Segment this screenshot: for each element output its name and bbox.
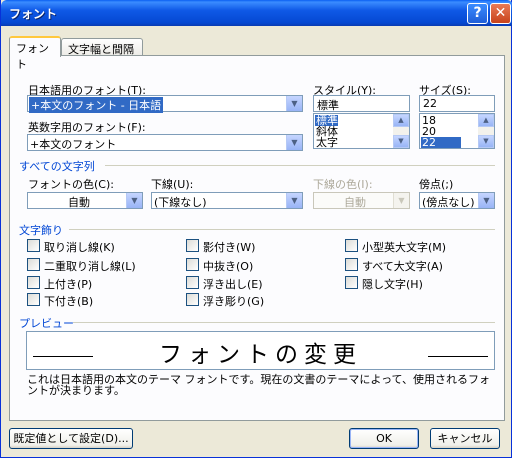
emphasis-value: (傍点なし)	[422, 196, 475, 209]
underline-combo[interactable]: (下線なし) ▼	[151, 192, 303, 209]
preview-baseline-right	[428, 356, 488, 357]
scroll-up-icon[interactable]: ▲	[478, 114, 494, 127]
help-button[interactable]: ?	[467, 3, 488, 24]
size-input[interactable]: 22	[419, 95, 495, 112]
style-input-value: 標準	[317, 99, 339, 112]
tab-font[interactable]: フォント	[9, 36, 61, 71]
font-color-label: フォントの色(C):	[28, 178, 114, 191]
underline-color-combo: 自動 ▼	[313, 192, 410, 209]
emphasis-label: 傍点(;)	[419, 178, 454, 191]
cancel-button[interactable]: キャンセル	[430, 428, 500, 449]
checkbox-box[interactable]	[27, 276, 40, 289]
western-font-label: 英数字用のフォント(F):	[28, 121, 146, 134]
chevron-down-icon: ▼	[393, 193, 409, 208]
chevron-down-icon[interactable]: ▼	[286, 193, 302, 208]
divider	[105, 165, 495, 166]
preview-sample-text: フォントの変更	[159, 342, 362, 368]
checkbox-box[interactable]	[27, 239, 40, 252]
checkbox-label: 上付き(P)	[44, 278, 93, 291]
emphasis-combo[interactable]: (傍点なし) ▼	[419, 192, 495, 209]
size-scrollbar[interactable]: ▲ ▼	[478, 114, 494, 148]
all-text-section-label: すべての文字列	[19, 160, 95, 173]
underline-color-label: 下線の色(I):	[313, 178, 373, 191]
size-list[interactable]: 18 20 22 ▲ ▼	[419, 113, 495, 149]
checkbox-label: 浮き彫り(G)	[203, 295, 265, 308]
checkbox-box[interactable]	[186, 239, 199, 252]
set-default-button[interactable]: 既定値として設定(D)...	[9, 428, 133, 449]
underline-color-value: 自動	[344, 196, 366, 209]
window-title: フォント	[9, 7, 58, 21]
checkbox-label: 取り消し線(K)	[44, 241, 115, 254]
checkbox-box[interactable]	[345, 276, 358, 289]
underline-label: 下線(U):	[151, 178, 194, 191]
ok-button[interactable]: OK	[349, 428, 419, 449]
checkbox-label: 小型英大文字(M)	[362, 241, 447, 254]
font-color-value: 自動	[68, 196, 90, 209]
checkbox-label: 影付き(W)	[203, 241, 256, 254]
effects-section-label: 文字飾り	[19, 224, 63, 237]
divider	[69, 229, 495, 230]
style-list[interactable]: 標準 斜体 太字 ▲ ▼	[313, 113, 410, 149]
checkbox-label: 浮き出し(E)	[203, 278, 263, 291]
chevron-down-icon[interactable]: ▼	[126, 193, 142, 208]
western-font-value: +本文のフォント	[30, 138, 117, 151]
scroll-down-icon[interactable]: ▼	[393, 135, 409, 148]
scroll-down-icon[interactable]: ▼	[478, 135, 494, 148]
style-input[interactable]: 標準	[313, 95, 410, 112]
style-scrollbar[interactable]: ▲ ▼	[393, 114, 409, 148]
japanese-font-combo[interactable]: +本文のフォント - 日本語 ▼	[27, 95, 303, 113]
preview-box: フォントの変更	[26, 331, 495, 370]
underline-value: (下線なし)	[154, 196, 207, 209]
checkbox-box[interactable]	[186, 258, 199, 271]
checkbox-label: 二重取り消し線(L)	[44, 260, 136, 273]
checkbox-box[interactable]	[27, 258, 40, 271]
chevron-down-icon[interactable]: ▼	[286, 135, 302, 150]
checkbox-box[interactable]	[345, 258, 358, 271]
size-option[interactable]: 22	[421, 137, 461, 148]
close-button[interactable]: ✕	[490, 3, 511, 24]
japanese-font-value: +本文のフォント - 日本語	[29, 97, 164, 113]
tab-character-spacing[interactable]: 文字幅と間隔	[61, 38, 143, 56]
checkbox-box[interactable]	[345, 239, 358, 252]
style-option[interactable]: 太字	[316, 137, 338, 148]
checkbox-box[interactable]	[186, 293, 199, 306]
checkbox-label: すべて大文字(A)	[362, 260, 443, 273]
divider	[73, 322, 495, 323]
checkbox-box[interactable]	[27, 293, 40, 306]
checkbox-label: 隠し文字(H)	[362, 278, 423, 291]
western-font-combo[interactable]: +本文のフォント ▼	[27, 134, 303, 151]
chevron-down-icon[interactable]: ▼	[286, 96, 302, 111]
scroll-up-icon[interactable]: ▲	[393, 114, 409, 127]
preview-note: これは日本語用の本文のテーマ フォントです。現在の文書のテーマによって、使用され…	[27, 373, 490, 397]
size-input-value: 22	[423, 97, 437, 110]
checkbox-box[interactable]	[186, 276, 199, 289]
checkbox-label: 中抜き(O)	[203, 260, 254, 273]
title-bar[interactable]: フォント ? ✕	[1, 0, 512, 26]
chevron-down-icon[interactable]: ▼	[478, 193, 494, 208]
preview-section-label: プレビュー	[19, 317, 74, 330]
font-dialog: フォント ? ✕ フォント 文字幅と間隔 日本語用のフォント(T): +本文のフ…	[0, 0, 512, 458]
font-color-combo[interactable]: 自動 ▼	[27, 192, 143, 209]
checkbox-label: 下付き(B)	[44, 295, 94, 308]
